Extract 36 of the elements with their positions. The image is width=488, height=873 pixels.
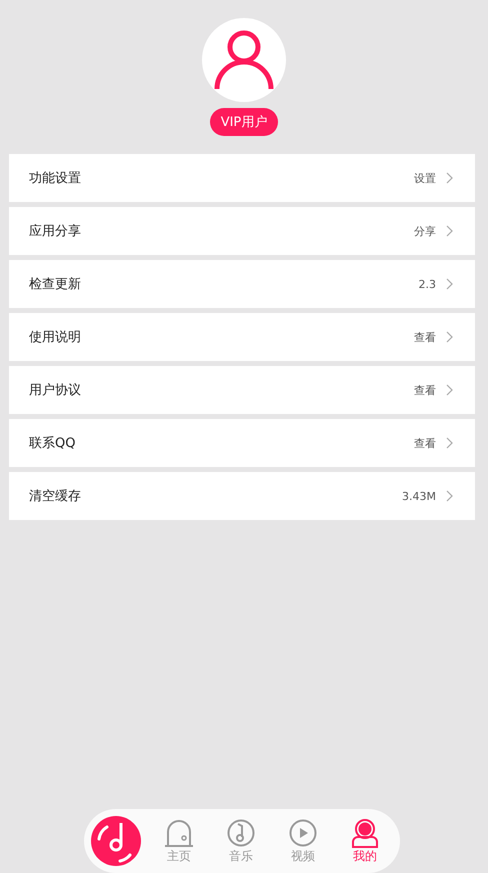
- play-icon: [288, 818, 318, 848]
- menu-label: 应用分享: [29, 223, 82, 240]
- menu-label: 用户协议: [29, 382, 82, 399]
- menu-item[interactable]: 检查更新 2.3: [9, 260, 475, 308]
- menu-value: 分享: [414, 224, 436, 238]
- chevron-icon: [446, 278, 453, 290]
- menu-item[interactable]: 使用说明 查看: [9, 313, 475, 361]
- menu-label: 清空缓存: [29, 488, 82, 505]
- menu-label: 检查更新: [29, 276, 82, 293]
- nav-tab[interactable]: 我的: [334, 818, 396, 864]
- menu-label: 联系QQ: [29, 435, 76, 452]
- menu-value: 设置: [414, 170, 436, 186]
- person-icon: [350, 818, 380, 848]
- menu-value: 2.3: [418, 278, 436, 290]
- menu-item[interactable]: 应用分享 分享: [9, 207, 475, 255]
- disc-icon[interactable]: [90, 815, 142, 867]
- note-circle-icon: [226, 818, 256, 848]
- menu-label: 使用说明: [29, 329, 82, 346]
- menu-label: 功能设置: [29, 170, 82, 187]
- menu-item[interactable]: 用户协议 查看: [9, 366, 475, 414]
- chevron-icon: [446, 490, 453, 502]
- menu-item[interactable]: 功能设置 设置: [9, 154, 475, 202]
- chevron-icon: [446, 437, 453, 449]
- menu-item[interactable]: 清空缓存 3.43M: [9, 472, 475, 520]
- menu-value: 查看: [414, 330, 436, 344]
- menu-value: 查看: [414, 436, 436, 450]
- chevron-icon: [446, 225, 453, 237]
- menu-value: 查看: [414, 382, 436, 398]
- chevron-icon: [446, 331, 453, 343]
- vip-badge: VIP用户: [210, 108, 278, 136]
- menu-item[interactable]: 联系QQ 查看: [9, 419, 475, 467]
- menu-value: 3.43M: [402, 490, 436, 502]
- arch-icon: [164, 818, 194, 848]
- chevron-icon: [446, 172, 453, 184]
- person-icon: [214, 29, 274, 91]
- chevron-icon: [446, 384, 453, 396]
